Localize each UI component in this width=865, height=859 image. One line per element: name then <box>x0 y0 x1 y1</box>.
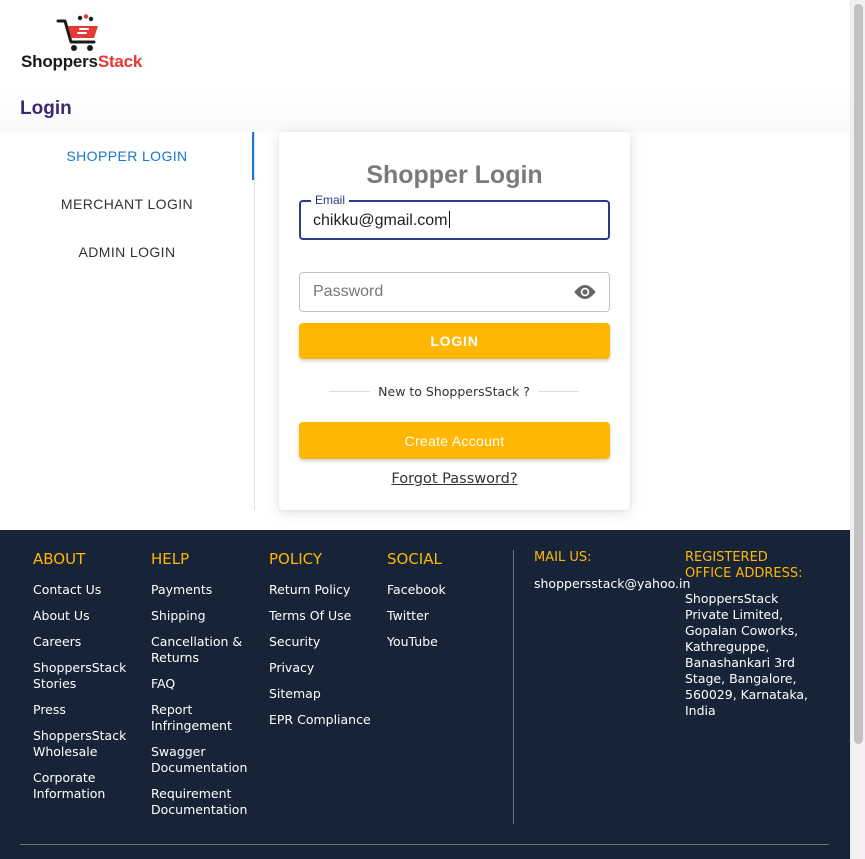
footer-bottom-divider <box>20 844 829 845</box>
scrollbar-thumb[interactable] <box>854 4 863 744</box>
footer-link-security[interactable]: Security <box>269 634 379 650</box>
footer-office-column: REGISTERED OFFICE ADDRESS: ShoppersStack… <box>685 550 815 719</box>
email-field-label: Email <box>311 193 350 207</box>
footer-about-column: ABOUT Contact Us About Us Careers Shoppe… <box>33 550 143 812</box>
brand-name: ShoppersStack <box>21 52 142 72</box>
footer-link-privacy[interactable]: Privacy <box>269 660 379 676</box>
footer-policy-heading: POLICY <box>269 550 323 568</box>
email-value-text: chikku@gmail.com <box>313 212 448 229</box>
footer-link-press[interactable]: Press <box>33 702 143 718</box>
brand-logo[interactable]: ShoppersStack <box>20 14 160 74</box>
footer-link-facebook[interactable]: Facebook <box>387 582 497 598</box>
email-input-value[interactable]: chikku@gmail.com <box>313 211 450 230</box>
shopping-cart-icon <box>56 14 98 51</box>
footer-link-epr-compliance[interactable]: EPR Compliance <box>269 712 379 728</box>
footer-help-column: HELP Payments Shipping Cancellation & Re… <box>151 550 261 828</box>
footer-office-address: ShoppersStack Private Limited, Gopalan C… <box>685 591 809 718</box>
footer-policy-column: POLICY Return Policy Terms Of Use Securi… <box>269 550 379 738</box>
login-card-title: Shopper Login <box>366 161 543 189</box>
divider-line-left <box>329 390 371 392</box>
password-field[interactable]: Password <box>299 272 610 312</box>
show-password-eye-icon[interactable] <box>573 282 597 302</box>
footer-link-requirement-documentation[interactable]: Requirement Documentation <box>151 786 261 818</box>
footer-link-twitter[interactable]: Twitter <box>387 608 497 624</box>
footer-office-heading: REGISTERED OFFICE ADDRESS: <box>685 550 803 581</box>
footer-link-wholesale[interactable]: ShoppersStack Wholesale <box>33 728 143 760</box>
footer-mail-column: MAIL US: shoppersstack@yahoo.in <box>534 550 690 592</box>
footer-link-sitemap[interactable]: Sitemap <box>269 686 379 702</box>
create-account-button[interactable]: Create Account <box>299 422 610 459</box>
divider-line-right <box>537 390 580 392</box>
tabs-divider <box>254 132 255 510</box>
footer-link-faq[interactable]: FAQ <box>151 676 261 692</box>
tab-admin-login[interactable]: ADMIN LOGIN <box>0 228 254 276</box>
forgot-password-link[interactable]: Forgot Password? <box>279 471 630 487</box>
footer-link-corporate-information[interactable]: Corporate Information <box>33 770 143 802</box>
site-footer: ABOUT Contact Us About Us Careers Shoppe… <box>0 530 850 859</box>
footer-mail-address[interactable]: shoppersstack@yahoo.in <box>534 576 690 592</box>
footer-link-about-us[interactable]: About Us <box>33 608 143 624</box>
new-to-divider: New to ShoppersStack ? <box>329 383 580 399</box>
login-card: Shopper Login Email chikku@gmail.com Pas… <box>279 132 630 510</box>
footer-link-terms-of-use[interactable]: Terms Of Use <box>269 608 379 624</box>
email-field[interactable]: Email chikku@gmail.com <box>299 193 610 240</box>
footer-link-swagger-documentation[interactable]: Swagger Documentation <box>151 744 261 776</box>
footer-mail-heading: MAIL US: <box>534 550 592 565</box>
login-header-band <box>0 86 850 132</box>
footer-link-contact-us[interactable]: Contact Us <box>33 582 143 598</box>
footer-link-cancellation-returns[interactable]: Cancellation & Returns <box>151 634 261 666</box>
footer-link-careers[interactable]: Careers <box>33 634 143 650</box>
password-placeholder: Password <box>313 283 384 300</box>
footer-link-stories[interactable]: ShoppersStack Stories <box>33 660 143 692</box>
footer-link-return-policy[interactable]: Return Policy <box>269 582 379 598</box>
footer-social-column: SOCIAL Facebook Twitter YouTube <box>387 550 497 660</box>
footer-link-payments[interactable]: Payments <box>151 582 261 598</box>
footer-link-shipping[interactable]: Shipping <box>151 608 261 624</box>
footer-link-report-infringement[interactable]: Report Infringement <box>151 702 261 734</box>
tab-shopper-login[interactable]: SHOPPER LOGIN <box>0 132 254 180</box>
new-to-text: New to ShoppersStack ? <box>378 383 530 399</box>
brand-name-part2: Stack <box>97 52 143 71</box>
login-button[interactable]: LOGIN <box>299 323 610 359</box>
brand-name-part1: Shoppers <box>21 52 98 71</box>
footer-link-youtube[interactable]: YouTube <box>387 634 497 650</box>
page-title: Login <box>20 98 72 119</box>
footer-vertical-divider <box>513 550 514 824</box>
footer-social-heading: SOCIAL <box>387 550 442 568</box>
footer-about-heading: ABOUT <box>33 550 86 568</box>
footer-help-heading: HELP <box>151 550 190 568</box>
page-scrollbar[interactable] <box>850 0 865 859</box>
tab-merchant-login[interactable]: MERCHANT LOGIN <box>0 180 254 228</box>
text-caret <box>448 211 450 228</box>
login-type-tabs: SHOPPER LOGIN MERCHANT LOGIN ADMIN LOGIN <box>0 132 254 276</box>
